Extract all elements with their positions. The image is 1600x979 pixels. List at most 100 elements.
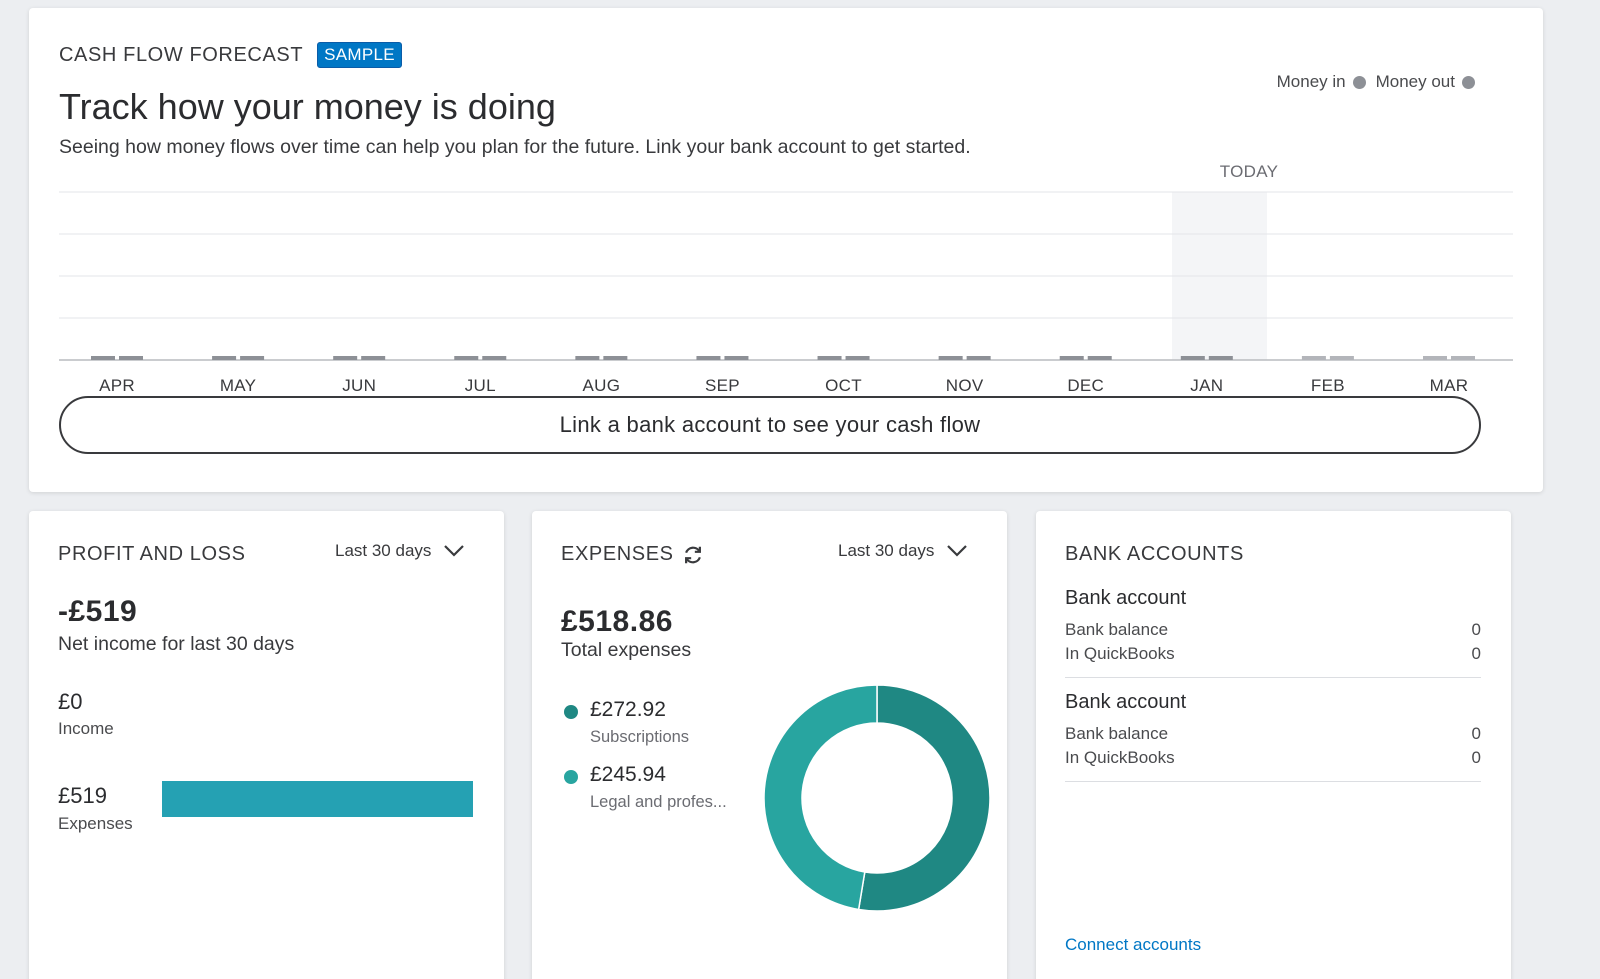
donut-slice-1[interactable] bbox=[763, 684, 878, 911]
account-divider bbox=[1065, 781, 1481, 782]
cash-flow-card: CASH FLOW FORECAST SAMPLE Track how your… bbox=[29, 8, 1543, 492]
bar-money-in-dec[interactable] bbox=[1059, 356, 1084, 360]
expense-item-label: Legal and profes... bbox=[590, 793, 727, 811]
cash-flow-description: Seeing how money flows over time can hel… bbox=[59, 136, 971, 158]
month-label-dec: DEC bbox=[1067, 376, 1105, 395]
legend-money-out-dot bbox=[1462, 75, 1475, 89]
bar-money-out-feb[interactable] bbox=[1329, 356, 1354, 360]
connect-accounts-link[interactable]: Connect accounts bbox=[1065, 935, 1201, 955]
bar-money-out-jan[interactable] bbox=[1208, 356, 1233, 360]
total-expenses-label: Total expenses bbox=[561, 639, 692, 661]
today-label: TODAY bbox=[1219, 162, 1279, 181]
expenses-period-label: Last 30 days bbox=[838, 541, 935, 560]
bar-money-in-mar[interactable] bbox=[1423, 356, 1447, 360]
expense-item-amount: £272.92 bbox=[590, 698, 666, 721]
quickbooks-balance-label: In QuickBooks bbox=[1065, 644, 1175, 663]
bank-accounts-title: BANK ACCOUNTS bbox=[1065, 543, 1244, 565]
bar-money-out-mar[interactable] bbox=[1451, 356, 1475, 360]
bar-money-out-sep[interactable] bbox=[724, 356, 749, 360]
bank-balance-label: Bank balance bbox=[1065, 620, 1169, 639]
month-label-aug: AUG bbox=[582, 376, 621, 395]
bank-accounts-card: BANK ACCOUNTS Bank account Bank balance … bbox=[1036, 511, 1511, 979]
month-label-jan: JAN bbox=[1190, 376, 1224, 395]
bank-balance-row: Bank balance 0 bbox=[1065, 724, 1481, 748]
bar-money-in-apr[interactable] bbox=[91, 356, 115, 360]
expenses-card: EXPENSES Last 30 days £518.86 Total expe… bbox=[532, 511, 1007, 979]
refresh-icon[interactable] bbox=[682, 544, 704, 566]
bank-balance-row: Bank balance 0 bbox=[1065, 620, 1481, 644]
expense-item-amount: £245.94 bbox=[590, 763, 666, 786]
income-amount: £0 bbox=[58, 689, 83, 714]
bank-account-name: Bank account bbox=[1065, 587, 1187, 609]
pnl-period-dropdown[interactable]: Last 30 days bbox=[335, 541, 465, 561]
bar-money-out-may[interactable] bbox=[240, 356, 265, 360]
expense-item-label: Subscriptions bbox=[590, 728, 690, 746]
profit-and-loss-title: PROFIT AND LOSS bbox=[58, 543, 246, 565]
net-income-amount: -£519 bbox=[58, 595, 138, 628]
month-label-jul: JUL bbox=[464, 376, 496, 395]
expenses-header: EXPENSES bbox=[561, 543, 704, 566]
month-label-may: MAY bbox=[219, 376, 257, 395]
bar-money-in-sep[interactable] bbox=[696, 356, 721, 360]
bar-money-in-jul[interactable] bbox=[454, 356, 479, 360]
bar-money-out-jul[interactable] bbox=[482, 356, 507, 360]
bar-money-in-jan[interactable] bbox=[1180, 356, 1205, 360]
bar-money-in-oct[interactable] bbox=[817, 356, 842, 360]
bar-money-out-aug[interactable] bbox=[603, 356, 628, 360]
cash-flow-header: CASH FLOW FORECAST SAMPLE bbox=[59, 42, 402, 68]
pnl-period-label: Last 30 days bbox=[335, 541, 432, 560]
bank-balance-value: 0 bbox=[1471, 620, 1481, 639]
expenses-donut-chart[interactable] bbox=[762, 683, 992, 913]
cash-flow-title: Track how your money is doing bbox=[59, 86, 556, 127]
expenses-bar[interactable] bbox=[162, 781, 473, 817]
month-label-apr: APR bbox=[99, 376, 135, 395]
quickbooks-balance-row: In QuickBooks 0 bbox=[1065, 644, 1481, 668]
month-label-feb: FEB bbox=[1310, 376, 1345, 395]
income-label: Income bbox=[58, 719, 114, 738]
expense-legend-dot bbox=[564, 705, 578, 719]
bar-money-in-nov[interactable] bbox=[938, 356, 963, 360]
bar-money-in-may[interactable] bbox=[212, 356, 237, 360]
bar-money-in-aug[interactable] bbox=[575, 356, 600, 360]
expenses-title: EXPENSES bbox=[561, 543, 674, 565]
cash-flow-section-title: CASH FLOW FORECAST bbox=[59, 43, 304, 66]
total-expenses-amount: £518.86 bbox=[561, 605, 673, 638]
bank-balance-label: Bank balance bbox=[1065, 724, 1169, 743]
cash-flow-chart bbox=[59, 191, 1513, 361]
bar-money-out-jun[interactable] bbox=[361, 356, 386, 360]
net-income-label: Net income for last 30 days bbox=[58, 633, 295, 655]
account-divider bbox=[1065, 677, 1481, 678]
expenses-label: Expenses bbox=[58, 814, 133, 833]
legend-money-out-label: Money out bbox=[1375, 72, 1455, 91]
bank-balance-value: 0 bbox=[1471, 724, 1481, 743]
sample-badge: SAMPLE bbox=[317, 42, 402, 68]
bar-money-out-nov[interactable] bbox=[966, 356, 991, 360]
bar-money-out-apr[interactable] bbox=[119, 356, 143, 360]
month-label-mar: MAR bbox=[1429, 376, 1469, 395]
bank-account-item[interactable]: Bank account Bank balance 0 In QuickBook… bbox=[1065, 587, 1481, 668]
bank-account-item[interactable]: Bank account Bank balance 0 In QuickBook… bbox=[1065, 691, 1481, 772]
chevron-down-icon bbox=[947, 545, 968, 557]
link-bank-account-button[interactable]: Link a bank account to see your cash flo… bbox=[59, 396, 1481, 454]
expenses-amount: £519 bbox=[58, 783, 107, 808]
month-label-oct: OCT bbox=[825, 376, 862, 395]
expenses-period-dropdown[interactable]: Last 30 days bbox=[838, 541, 968, 561]
quickbooks-balance-label: In QuickBooks bbox=[1065, 748, 1175, 767]
month-label-jun: JUN bbox=[342, 376, 377, 395]
bar-money-out-oct[interactable] bbox=[845, 356, 870, 360]
profit-and-loss-card: PROFIT AND LOSS Last 30 days -£519 Net i… bbox=[29, 511, 504, 979]
quickbooks-balance-value: 0 bbox=[1471, 748, 1481, 767]
quickbooks-balance-row: In QuickBooks 0 bbox=[1065, 748, 1481, 772]
quickbooks-balance-value: 0 bbox=[1471, 644, 1481, 663]
chevron-down-icon bbox=[444, 545, 465, 557]
bar-money-in-feb[interactable] bbox=[1301, 356, 1326, 360]
month-label-sep: SEP bbox=[704, 376, 740, 395]
expense-legend-dot bbox=[564, 770, 578, 784]
legend-money-in-label: Money in bbox=[1276, 72, 1346, 91]
cash-flow-legend: Money in Money out bbox=[1277, 72, 1485, 92]
bar-money-in-jun[interactable] bbox=[333, 356, 358, 360]
legend-money-in-dot bbox=[1352, 75, 1366, 89]
bar-money-out-dec[interactable] bbox=[1087, 356, 1112, 360]
donut-slice-0[interactable] bbox=[857, 684, 991, 912]
bank-account-name: Bank account bbox=[1065, 691, 1187, 713]
